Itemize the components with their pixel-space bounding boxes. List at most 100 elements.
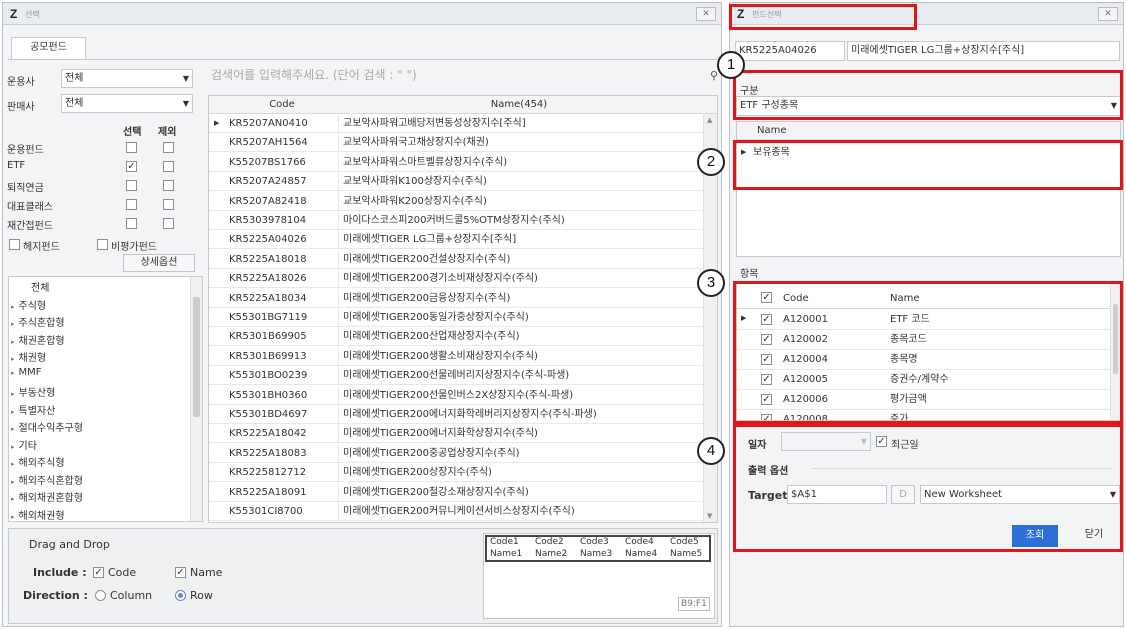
worksheet-select[interactable]: New Worksheet ▼ <box>920 485 1120 504</box>
table-row[interactable]: KR5301B69905 미래에셋TIGER200산업재상장지수(주식) <box>209 328 717 347</box>
tab-public-fund[interactable]: 공모펀드 <box>11 37 86 59</box>
items-scrollbar[interactable] <box>1110 284 1120 420</box>
col-name-header[interactable]: Name(454) <box>339 96 699 113</box>
close-icon[interactable]: ✕ <box>696 7 716 21</box>
hedge-checkbox[interactable] <box>9 239 20 250</box>
table-row[interactable]: K55301BG7119 미래에셋TIGER200동일가중상장지수(주식) <box>209 309 717 327</box>
tree-item[interactable]: 전체 <box>31 279 49 294</box>
scroll-thumb[interactable] <box>1113 304 1118 374</box>
table-row[interactable]: K55207BS1766 교보악사파워스마트벨류상장지수(주식) <box>209 153 717 172</box>
search-placeholder: 검색어를 입력해주세요. (단어 검색 : " ") <box>211 68 417 82</box>
table-row[interactable]: KR5225A18091 미래에셋TIGER200철강소재상장지수(주식) <box>209 483 717 502</box>
col-code-header[interactable]: Code <box>227 96 337 113</box>
chevron-right-icon: ▸ <box>11 320 15 328</box>
section-select[interactable]: ETF 구성종목 ▼ <box>736 96 1121 116</box>
output-label: 출력 옵션 <box>748 466 789 477</box>
target-input[interactable]: $A$1 <box>787 485 887 504</box>
scroll-up-icon[interactable]: ▲ <box>707 116 712 124</box>
tree-item[interactable]: ▸ 주식혼합형 <box>11 314 65 329</box>
item-checkbox[interactable]: ✓ <box>761 414 772 420</box>
scroll-down-icon[interactable]: ▼ <box>707 512 712 520</box>
filter-exclude-checkbox[interactable] <box>163 218 174 229</box>
tree-item[interactable]: ▸ MMF <box>11 367 42 378</box>
tree-item[interactable]: ▸ 해외주식혼합형 <box>11 472 83 487</box>
search-input[interactable]: 검색어를 입력해주세요. (단어 검색 : " ") ⚲ <box>208 67 718 89</box>
table-row[interactable]: K55301CI8700 미래에셋TIGER200커뮤니케이션서비스상장지수(주식… <box>209 503 717 521</box>
items-row[interactable]: ✓ A120008 증가 <box>737 410 1120 420</box>
direction-row-radio[interactable] <box>175 590 186 601</box>
scroll-thumb[interactable] <box>193 297 200 417</box>
table-row[interactable]: KR5225A18083 미래에셋TIGER200중공업상장지수(주식) <box>209 444 717 463</box>
tree-item[interactable]: ▸ 기타 <box>11 437 37 452</box>
table-row[interactable]: KR5207A82418 교보악사파워K200상장지수(주식) <box>209 192 717 211</box>
close-button[interactable]: 닫기 <box>1071 525 1117 547</box>
seller-select[interactable]: 전체 ▼ <box>61 94 193 113</box>
filter-select-checkbox[interactable] <box>126 142 137 153</box>
table-row[interactable]: ▶ KR5207AN0410 교보악사파워고배당저변동성상장지수[주식] <box>209 115 717 133</box>
tree-item[interactable]: ▸ 해외채권혼합형 <box>11 489 83 504</box>
tree-item[interactable]: ▸ 채권형 <box>11 349 46 364</box>
table-row[interactable]: KR5225A18034 미래에셋TIGER200금융상장지수(주식) <box>209 289 717 308</box>
include-code-checkbox[interactable]: ✓ <box>93 567 104 578</box>
recent-checkbox[interactable]: ✓ <box>876 436 887 447</box>
fund-code: KR5225A18042 <box>229 425 339 443</box>
tree-item[interactable]: ▸ 주식형 <box>11 297 46 312</box>
filter-exclude-checkbox[interactable] <box>163 199 174 210</box>
detail-option-button[interactable]: 상세옵션 <box>123 254 195 272</box>
filter-exclude-checkbox[interactable] <box>163 161 174 172</box>
table-row[interactable]: K55301BD4697 미래에셋TIGER200에너지화학레버리지상장지수(주식… <box>209 406 717 424</box>
tree-item[interactable]: ▸ 해외채권형 <box>11 507 65 522</box>
tree-item-label: MMF <box>18 366 42 378</box>
filter-select-checkbox[interactable] <box>126 180 137 191</box>
operator-select[interactable]: 전체 ▼ <box>61 69 193 88</box>
direction-column-radio[interactable] <box>95 590 106 601</box>
tree-item[interactable]: ▸ 해외주식형 <box>11 454 65 469</box>
chevron-right-icon: ▸ <box>11 477 15 486</box>
target-button[interactable]: D <box>891 485 915 504</box>
filter-exclude-checkbox[interactable] <box>163 142 174 153</box>
tree-item[interactable]: ▸ 절대수익추구형 <box>11 419 83 434</box>
nontrad-checkbox[interactable] <box>97 239 108 250</box>
table-row[interactable]: KR5225A18042 미래에셋TIGER200에너지화학상장지수(주식) <box>209 425 717 444</box>
table-row[interactable]: KR5303978104 마이다스코스피200커버드콜5%OTM상장지수(주식) <box>209 212 717 230</box>
date-picker[interactable]: ▼ <box>781 432 871 451</box>
holdings-row[interactable]: ▶ 보유종목 <box>737 144 1120 162</box>
item-checkbox[interactable]: ✓ <box>761 354 772 365</box>
items-row[interactable]: ✓ A120006 평가금액 <box>737 390 1120 410</box>
filter-select-checkbox[interactable] <box>126 218 137 229</box>
fund-name: 미래에셋TIGER200커뮤니케이션서비스상장지수(주식) <box>343 506 575 517</box>
chevron-right-icon: ▸ <box>11 407 15 416</box>
items-row[interactable]: ✓ A120002 종목코드 <box>737 330 1120 350</box>
tree-item[interactable]: ▸ 채권혼합형 <box>11 332 65 347</box>
fund-code: KR5301B69905 <box>229 328 339 346</box>
table-row[interactable]: KR5207A24857 교보악사파워K100상장지수(주식) <box>209 173 717 192</box>
filter-exclude-checkbox[interactable] <box>163 180 174 191</box>
chevron-right-icon: ▸ <box>11 302 15 311</box>
table-row[interactable]: KR5225A04026 미래에셋TIGER LG그룹+상장지수[주식] <box>209 231 717 250</box>
table-row[interactable]: KR5225A18018 미래에셋TIGER200건설상장지수(주식) <box>209 250 717 269</box>
table-row[interactable]: K55301BH0360 미래에셋TIGER200선물인버스2X상장지수(주식-파… <box>209 386 717 405</box>
table-row[interactable]: KR5301B69913 미래에셋TIGER200생활소비재상장지수(주식) <box>209 347 717 366</box>
item-checkbox[interactable]: ✓ <box>761 374 772 385</box>
table-row[interactable]: K55301BO0239 미래에셋TIGER200선물레버리지상장지수(주식-파생… <box>209 367 717 386</box>
tree-item[interactable]: ▸ 부동산형 <box>11 384 55 399</box>
items-row[interactable]: ✓ A120005 증권수/계약수 <box>737 370 1120 390</box>
tree-scrollbar[interactable] <box>190 277 202 521</box>
direction-row-label: Row <box>190 589 213 602</box>
filter-select-checkbox[interactable] <box>126 199 137 210</box>
item-checkbox[interactable]: ✓ <box>761 314 772 325</box>
items-row[interactable]: ✓ A120004 종목명 <box>737 350 1120 370</box>
table-row[interactable]: KR5225A18026 미래에셋TIGER200경기소비재상장지수(주식) <box>209 270 717 289</box>
items-all-checkbox[interactable]: ✓ <box>761 292 772 303</box>
table-row[interactable]: KR5225812712 미래에셋TIGER200상장지수(주식) <box>209 464 717 483</box>
table-row[interactable]: KR5207AH1564 교보악사파워국고채상장지수(채권) <box>209 134 717 153</box>
close-icon[interactable]: ✕ <box>1098 7 1118 21</box>
filter-select-checkbox[interactable]: ✓ <box>126 161 137 172</box>
tree-item[interactable]: ▸ 특별자산 <box>11 402 55 417</box>
include-name-checkbox[interactable]: ✓ <box>175 567 186 578</box>
item-checkbox[interactable]: ✓ <box>761 394 772 405</box>
items-row[interactable]: ▶ ✓ A120001 ETF 코드 <box>737 310 1120 330</box>
search-button[interactable]: 조회 <box>1012 525 1058 547</box>
item-checkbox[interactable]: ✓ <box>761 334 772 345</box>
tree-item-label: 해외주식혼합형 <box>18 475 83 487</box>
